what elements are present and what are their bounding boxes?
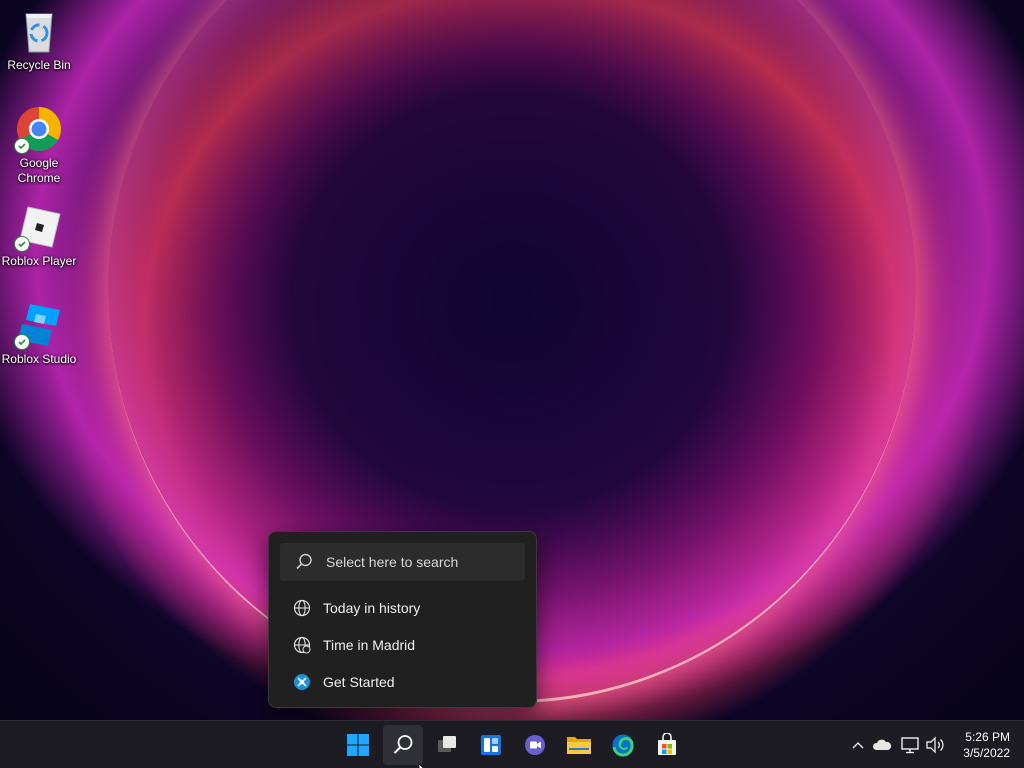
search-icon — [393, 735, 413, 754]
desktop-icon-label: Roblox Studio — [1, 352, 77, 366]
chevron-up-icon[interactable] — [848, 735, 868, 755]
flyout-item-time-in-madrid[interactable]: Time in Madrid — [293, 634, 415, 656]
clock-time: 5:26 PM — [965, 730, 1010, 744]
roblox-studio-icon — [14, 302, 62, 350]
volume-icon[interactable] — [925, 735, 945, 755]
sync-check-icon — [14, 138, 30, 154]
edge-icon — [612, 734, 634, 757]
windows-start-icon — [347, 734, 369, 756]
roblox-player-icon — [14, 204, 62, 252]
clock[interactable]: 5:26 PM 3/5/2022 — [963, 729, 1010, 761]
flyout-item-label: Get Started — [323, 674, 395, 690]
desktop-icon-roblox-player[interactable]: Roblox Player — [0, 204, 78, 269]
search-placeholder: Select here to search — [326, 554, 459, 570]
teams-chat-button[interactable] — [515, 725, 555, 765]
edge-button[interactable] — [603, 725, 643, 765]
store-icon — [658, 733, 676, 755]
clock-date: 3/5/2022 — [963, 746, 1010, 760]
get-started-icon — [294, 674, 310, 690]
globe-icon — [293, 599, 311, 617]
desktop-icon-roblox-studio[interactable]: Roblox Studio — [0, 302, 78, 367]
flyout-item-label: Time in Madrid — [323, 637, 416, 653]
file-explorer-button[interactable] — [559, 725, 599, 765]
search-flyout: Select here to search Today in history T… — [268, 531, 537, 708]
sync-check-icon — [14, 236, 30, 252]
search-button[interactable] — [383, 725, 423, 765]
widgets-icon — [481, 735, 501, 755]
search-icon — [294, 552, 314, 572]
folder-icon — [567, 737, 591, 754]
widgets-button[interactable] — [471, 725, 511, 765]
onedrive-cloud-icon[interactable] — [872, 735, 892, 755]
desktop-icon-recycle-bin[interactable]: Recycle Bin — [0, 8, 78, 73]
desktop-icon-label: Google Chrome — [17, 156, 61, 185]
globe-clock-icon — [293, 636, 311, 654]
search-input[interactable]: Select here to search — [280, 543, 525, 581]
task-view-button[interactable] — [427, 725, 467, 765]
flyout-item-today-in-history[interactable]: Today in history — [293, 597, 420, 619]
flyout-item-label: Today in history — [323, 600, 421, 616]
desktop: Recycle Bin Google Chrome Roblox Player … — [0, 0, 1024, 768]
sync-check-icon — [14, 334, 30, 350]
taskbar: 5:26 PM 3/5/2022 — [0, 720, 1024, 768]
desktop-icon-label: Recycle Bin — [7, 58, 71, 72]
mouse-pointer-icon — [418, 760, 428, 768]
start-button[interactable] — [338, 725, 378, 765]
store-button[interactable] — [647, 725, 687, 765]
teams-chat-icon — [525, 735, 545, 755]
task-view-icon — [438, 736, 456, 752]
network-icon[interactable] — [900, 735, 920, 755]
chrome-icon — [14, 106, 62, 154]
desktop-icon-label: Roblox Player — [1, 254, 77, 268]
recycle-bin-icon — [16, 8, 62, 54]
desktop-icon-chrome[interactable]: Google Chrome — [0, 106, 78, 186]
flyout-item-get-started[interactable]: Get Started — [293, 671, 395, 693]
